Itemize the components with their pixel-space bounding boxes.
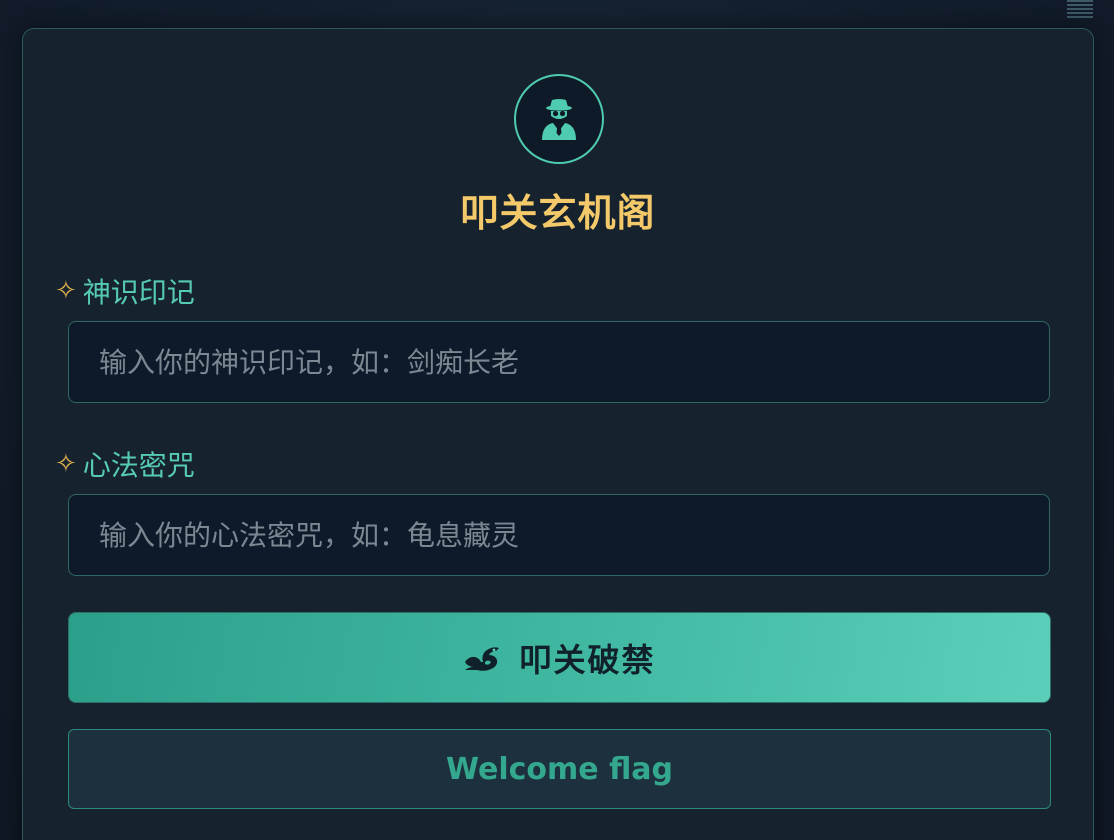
username-label-text: 神识印记 [82,276,195,309]
password-label: ✧ 心法密咒 [55,444,195,484]
sparkle-icon: ✧ [55,449,77,479]
dragon-icon [465,646,500,671]
password-label-text: 心法密咒 [82,449,195,482]
username-label: ✧ 神识印记 [55,271,195,311]
page: 叩关玄机阁 ✧ 神识印记 ✧ 心法密咒 叩关破禁 Welcome flag [0,0,1114,840]
page-title: 叩关玄机阁 [460,191,656,235]
submit-button-label: 叩关破禁 [519,640,656,679]
password-input[interactable] [68,494,1050,576]
welcome-flag-label: Welcome flag [445,751,674,787]
menu-icon[interactable] [1067,0,1093,18]
spy-icon [542,99,576,140]
submit-button[interactable]: 叩关破禁 [68,612,1051,703]
username-input[interactable] [68,321,1050,403]
sparkle-icon: ✧ [55,276,77,306]
logo-badge [514,74,604,164]
welcome-flag-button[interactable]: Welcome flag [68,729,1051,809]
login-card: 叩关玄机阁 ✧ 神识印记 ✧ 心法密咒 叩关破禁 Welcome flag [22,28,1094,840]
